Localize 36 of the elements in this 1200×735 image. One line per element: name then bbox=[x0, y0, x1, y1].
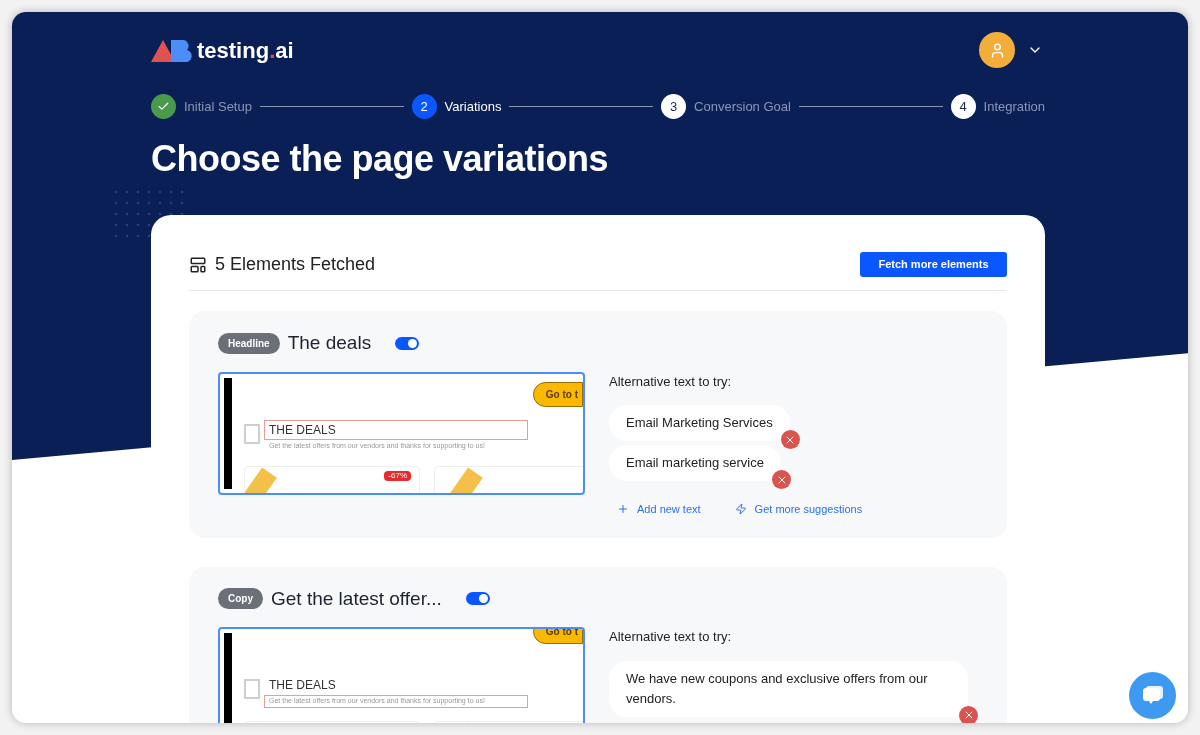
add-text-link[interactable]: Add new text bbox=[617, 501, 701, 518]
lightning-icon bbox=[734, 503, 747, 516]
check-icon bbox=[157, 100, 170, 113]
image-placeholder-icon bbox=[244, 423, 260, 444]
element-type-badge: Headline bbox=[218, 332, 280, 354]
remove-button[interactable] bbox=[780, 430, 800, 449]
step-label[interactable]: Integration bbox=[983, 96, 1045, 117]
remove-button[interactable] bbox=[959, 705, 978, 723]
element-name: The deals bbox=[287, 331, 372, 355]
image-placeholder-icon bbox=[244, 679, 260, 699]
enable-toggle[interactable] bbox=[465, 592, 490, 606]
preview-cta: Go to t bbox=[532, 381, 583, 407]
panel-title: 5 Elements Fetched bbox=[215, 253, 376, 276]
logo[interactable]: testing.ai bbox=[151, 33, 294, 67]
preview-heading: THE DEALS bbox=[268, 677, 337, 694]
logo-icon bbox=[151, 38, 195, 62]
enable-toggle[interactable] bbox=[395, 336, 420, 350]
alternatives-label: Alternative text to try: bbox=[609, 372, 733, 391]
alternative-text[interactable]: Email Marketing Services bbox=[609, 405, 790, 441]
alternative-text[interactable]: Email marketing service bbox=[609, 445, 781, 481]
page-title: Choose the page variations bbox=[151, 137, 610, 181]
step-label[interactable]: Variations bbox=[444, 96, 502, 117]
step-label[interactable]: Initial Setup bbox=[184, 96, 252, 117]
step-label[interactable]: Conversion Goal bbox=[694, 96, 791, 117]
layout-icon bbox=[189, 255, 207, 274]
element-type-badge: Copy bbox=[218, 588, 263, 610]
plus-icon bbox=[617, 503, 629, 516]
suggestions-link[interactable]: Get more suggestions bbox=[734, 501, 863, 518]
alternatives-label: Alternative text to try: bbox=[609, 628, 733, 646]
discount-badge: -67% bbox=[384, 470, 411, 481]
preview-heading: THE DEALS bbox=[264, 419, 528, 440]
remove-button[interactable] bbox=[772, 470, 791, 489]
alternative-text[interactable]: We have new coupons and exclusive offers from our vendors. bbox=[609, 660, 968, 717]
chat-button[interactable] bbox=[1129, 672, 1176, 719]
fetch-more-button[interactable]: Fetch more elements bbox=[860, 252, 1007, 277]
element-name: Get the latest offer... bbox=[271, 586, 442, 611]
